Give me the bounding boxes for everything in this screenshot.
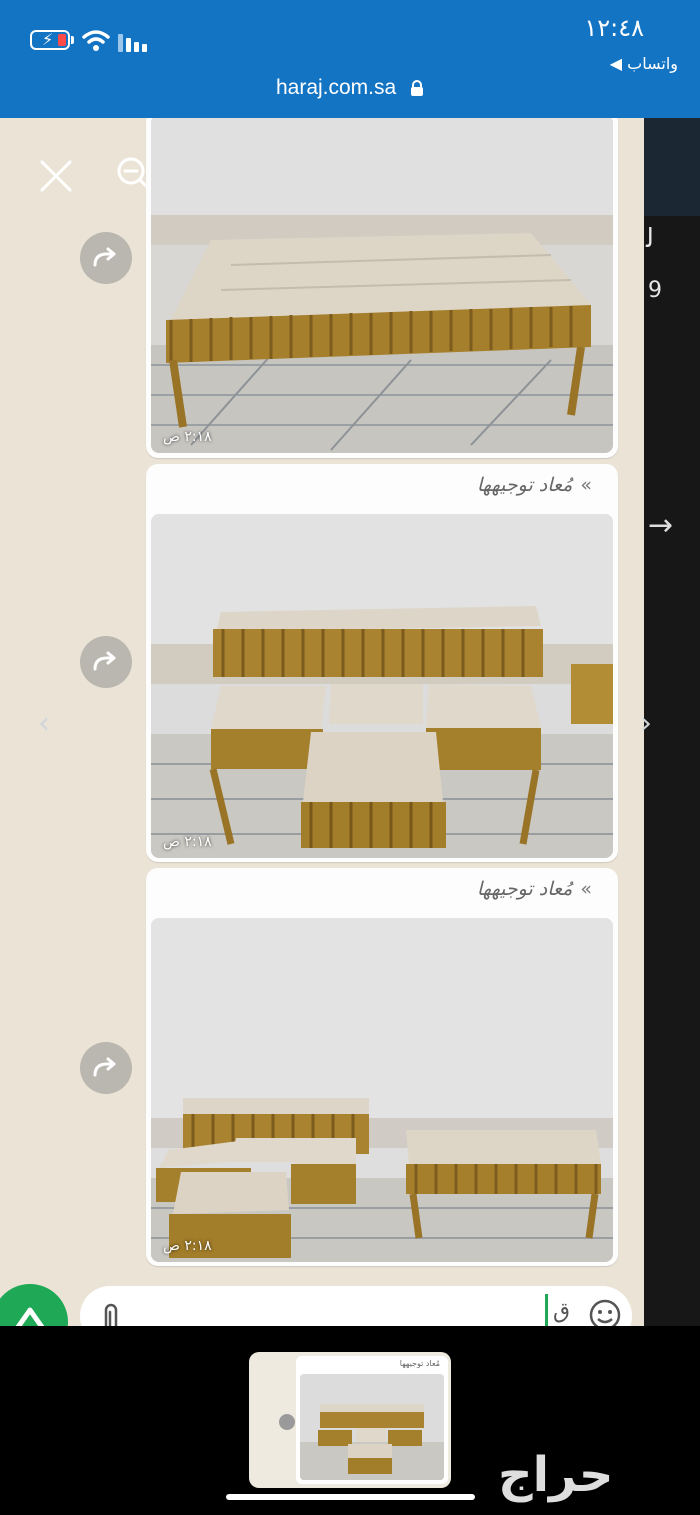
forwarded-icon: » xyxy=(580,878,592,900)
attach-icon[interactable] xyxy=(100,1302,122,1326)
message-bubble: »مُعاد توجيهها ٢:١٨ ص xyxy=(146,464,618,862)
battery-tip xyxy=(71,36,74,44)
message-timestamp: ٢:١٨ ص xyxy=(163,429,212,445)
forward-button[interactable] xyxy=(80,232,132,284)
message-bubble: »مُعاد توجيهها ٢:١٨ ص xyxy=(146,868,618,1266)
message-timestamp: ٢:١٨ ص xyxy=(163,834,212,850)
furniture-photo[interactable]: ٢:١٨ ص xyxy=(151,918,613,1262)
send-icon xyxy=(15,1307,45,1326)
text-cursor xyxy=(545,1294,548,1326)
furniture-photo[interactable]: ٢:١٨ ص xyxy=(151,118,613,453)
chevron-left-icon[interactable]: ‹ xyxy=(38,706,50,741)
back-to-app-link[interactable]: ◀ واتساب xyxy=(610,54,678,73)
forward-icon xyxy=(279,1414,295,1430)
forward-button[interactable] xyxy=(80,636,132,688)
signal-icon xyxy=(118,34,147,52)
wifi-icon xyxy=(82,30,110,51)
message-bubble: ٢:١٨ ص xyxy=(146,118,618,458)
forwarded-label: »مُعاد توجيهها xyxy=(476,878,592,900)
forward-icon xyxy=(93,1057,116,1077)
sticker-icon[interactable] xyxy=(588,1298,622,1326)
chat-view: ﻟ 9 → › ‹ ٢:١٨ ص »مُعاد توجيهها ٢:١٨ ص »… xyxy=(0,118,700,1326)
chevron-right-icon[interactable]: › xyxy=(640,706,652,741)
message-input[interactable] xyxy=(80,1286,632,1326)
forward-icon xyxy=(93,651,116,671)
url-text: haraj.com.sa xyxy=(275,76,397,99)
forwarded-icon: » xyxy=(580,474,592,496)
lock-icon xyxy=(411,80,424,97)
thumbnail-bubble: مُعاد توجيهها xyxy=(296,1356,448,1484)
background-glyph: ﻟ xyxy=(646,224,654,254)
haraj-watermark: حراج xyxy=(498,1447,614,1503)
message-timestamp: ٢:١٨ ص xyxy=(163,1238,212,1254)
forward-icon xyxy=(93,247,116,267)
arrow-right-icon: → xyxy=(648,508,674,543)
address-bar[interactable]: haraj.com.sa xyxy=(0,76,700,100)
thumbnail-photo xyxy=(300,1374,444,1480)
furniture-photo[interactable]: ٢:١٨ ص xyxy=(151,514,613,858)
forwarded-label: »مُعاد توجيهها xyxy=(476,474,592,496)
background-glyph: 9 xyxy=(648,278,662,303)
home-indicator[interactable] xyxy=(226,1494,475,1500)
battery-icon: ⚡ xyxy=(30,30,70,50)
status-time: ١٢:٤٨ xyxy=(584,14,644,42)
selected-thumbnail[interactable]: مُعاد توجيهها xyxy=(249,1352,451,1488)
background-app-header xyxy=(644,118,700,216)
thumbnail-forwarded-label: مُعاد توجيهها xyxy=(399,1359,440,1368)
message-input-text: ق xyxy=(553,1299,571,1324)
close-icon[interactable] xyxy=(38,158,74,194)
forward-button[interactable] xyxy=(80,1042,132,1094)
